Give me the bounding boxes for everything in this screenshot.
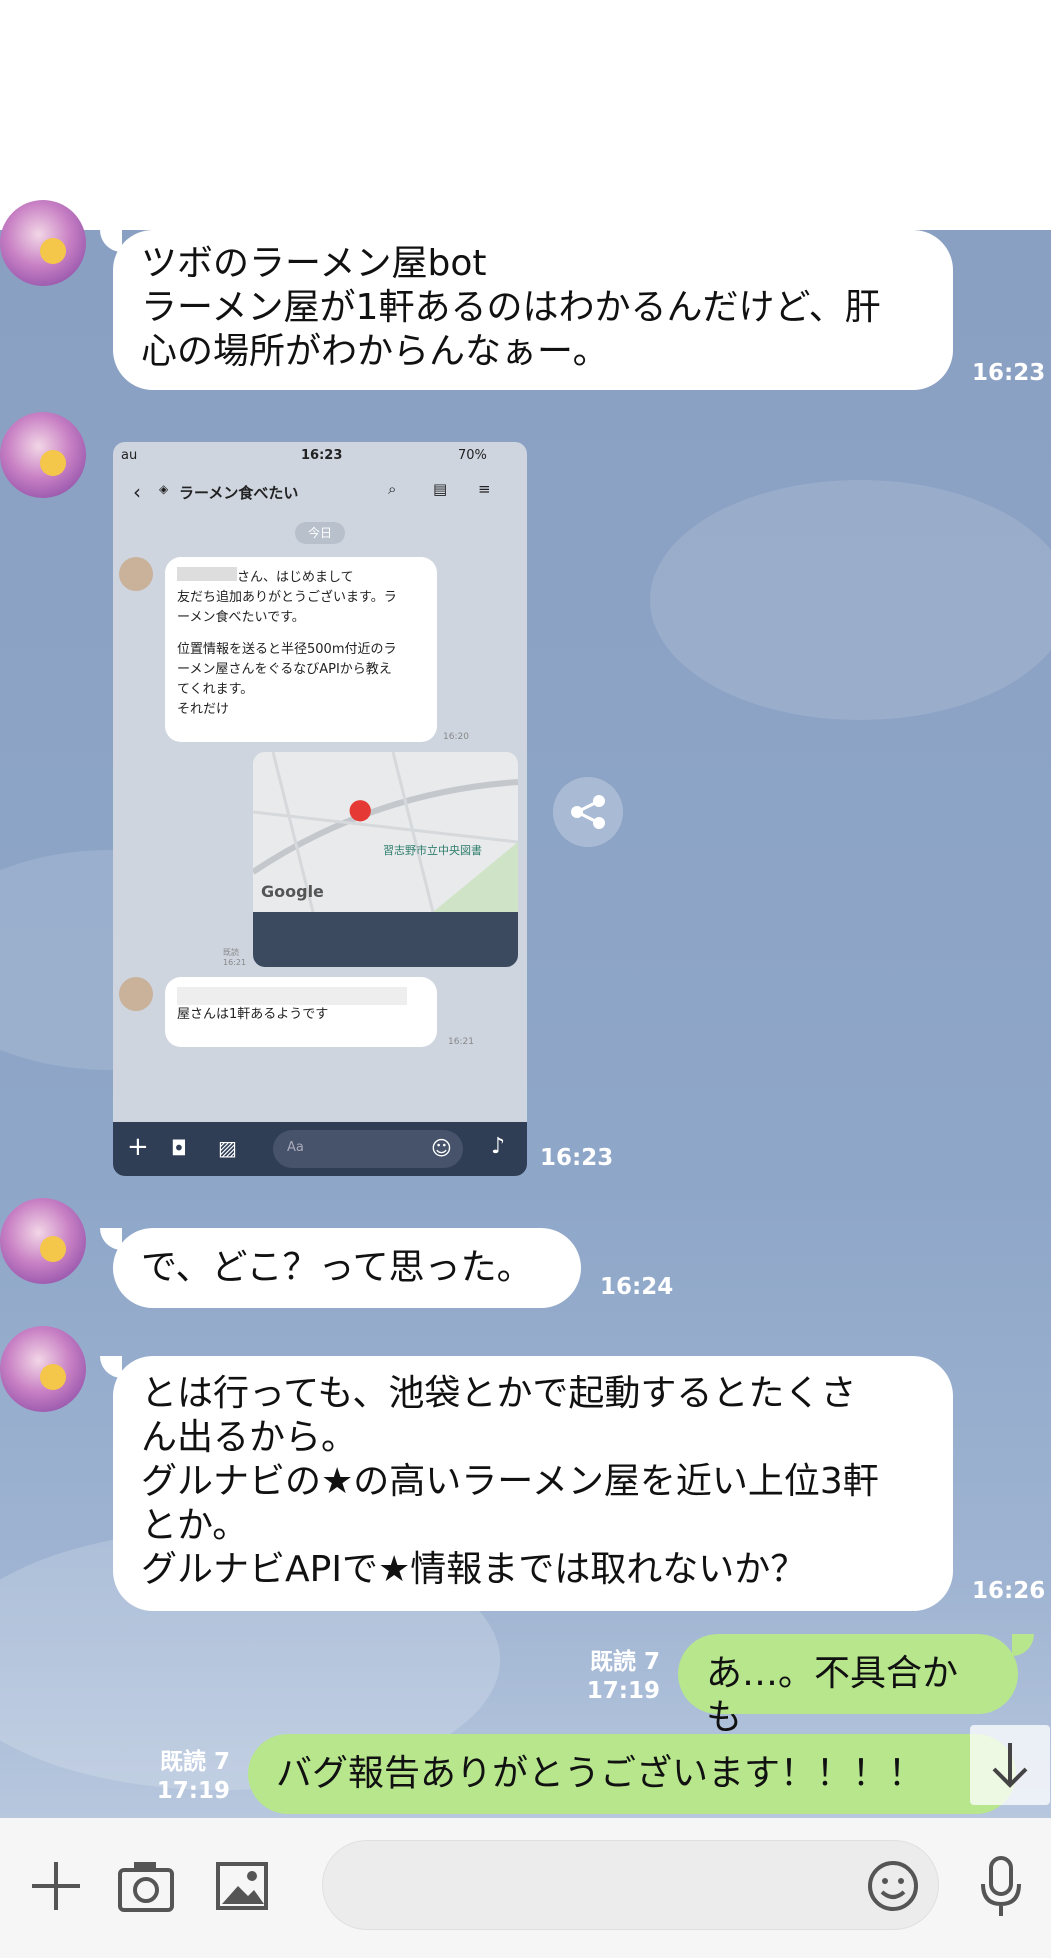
top-blank-area <box>0 0 1051 230</box>
read-receipt-small: 既読 16:21 <box>223 948 246 968</box>
date-chip: 今日 <box>295 522 345 544</box>
bot-message-line: 位置情報を送ると半径500m付近のラ <box>177 642 397 657</box>
bot-message-line: てくれます。 <box>177 682 254 697</box>
note-icon: ▤ <box>433 480 448 498</box>
composer-bar <box>0 1818 1051 1958</box>
screenshot-composer: + ◘ ▨ Aa ☺ ♪ <box>113 1122 527 1176</box>
read-receipt: 既読 7 17:19 <box>130 1748 230 1806</box>
blurred-line <box>177 987 407 1005</box>
scroll-to-bottom-button[interactable] <box>970 1725 1050 1805</box>
share-icon <box>571 795 605 829</box>
battery-label: 70% <box>458 448 487 463</box>
avatar[interactable] <box>0 1326 86 1412</box>
message-time: 17:19 <box>586 1678 660 1704</box>
message-time: 16:26 <box>972 1578 1046 1604</box>
menu-icon: ≡ <box>478 480 491 498</box>
bot-reply-line: 屋さんは1軒あるようです <box>177 1007 329 1022</box>
carrier-label: au <box>121 448 138 463</box>
read-small-label: 既読 <box>223 948 239 957</box>
plus-icon: + <box>127 1132 149 1162</box>
map-place-label: 習志野市立中央図書 <box>383 844 482 857</box>
screenshot-header: ‹ ◈ ラーメン食べたい ⌕ ▤ ≡ <box>113 472 527 512</box>
message-line: ん出るから。 <box>141 1417 358 1458</box>
message-input[interactable] <box>322 1840 939 1930</box>
message-time: 16:23 <box>972 360 1046 386</box>
message-time: 16:23 <box>540 1145 614 1171</box>
message-time: 17:19 <box>156 1778 230 1804</box>
camera-icon: ◘ <box>171 1136 187 1160</box>
read-label: 既読 7 <box>159 1749 230 1775</box>
location-map: ● 習志野市立中央図書 Google <box>253 752 518 967</box>
image-icon[interactable] <box>214 1860 270 1912</box>
avatar[interactable] <box>0 412 86 498</box>
message-line: とは行っても、池袋とかで起動するとたくさ <box>141 1373 857 1414</box>
bot-message-line: それだけ <box>177 702 230 717</box>
message-line: ツボのラーメン屋bot <box>141 243 487 284</box>
message-line: グルナビAPIで★情報までは取れないか？ <box>141 1549 807 1590</box>
screenshot-input: Aa ☺ <box>273 1130 463 1168</box>
message-bubble[interactable]: で、どこ？って思った。 <box>113 1228 581 1308</box>
plus-icon[interactable] <box>28 1858 84 1914</box>
screenshot-status-bar: au 16:23 70% <box>113 442 527 472</box>
message-bubble-sent[interactable]: あ…。不具合かも <box>678 1634 1018 1738</box>
emoji-icon[interactable] <box>866 1859 920 1913</box>
message-bubble[interactable]: ツボのラーメン屋bot ラーメン屋が1軒あるのはわかるんだけど、肝 心の場所がわ… <box>113 230 953 390</box>
mic-icon[interactable] <box>976 1854 1026 1920</box>
message-bubble[interactable]: とは行っても、池袋とかで起動するとたくさ ん出るから。 グルナビの★の高いラーメ… <box>113 1356 953 1611</box>
screenshot-input-placeholder: Aa <box>287 1140 304 1155</box>
sender-name-blurred <box>103 1322 127 1357</box>
read-small-time: 16:21 <box>223 958 247 967</box>
message-bubble-sent[interactable]: バグ報告ありがとうございます！！！！ <box>248 1734 1016 1814</box>
message-line: 心の場所がわからんなぁー。 <box>141 331 609 372</box>
status-time: 16:23 <box>301 448 343 463</box>
image-icon: ▨ <box>218 1136 237 1160</box>
bot-reply: 屋さんは1軒あるようです <box>165 977 437 1047</box>
bot-avatar <box>119 977 153 1011</box>
bot-message-line: 友だち追加ありがとうございます。ラ <box>177 590 397 605</box>
map-brand: Google <box>261 882 324 901</box>
bot-message-line: さん、はじめまして <box>237 570 354 585</box>
message-line: グルナビの★の高いラーメン屋を近い上位3軒 <box>141 1461 879 1502</box>
chat-title: ラーメン食べたい <box>179 484 299 502</box>
bot-message-time: 16:20 <box>443 732 469 742</box>
avatar[interactable] <box>0 200 86 286</box>
bot-avatar <box>119 557 153 591</box>
read-receipt: 既読 7 17:19 <box>560 1648 660 1706</box>
arrow-down-icon <box>992 1743 1028 1788</box>
map-pin-icon: ● <box>348 792 373 825</box>
bot-message: さん、はじめまして 友だち追加ありがとうございます。ラ ーメン食べたいです。 位… <box>165 557 437 742</box>
screenshot-image[interactable]: au 16:23 70% ‹ ◈ ラーメン食べたい ⌕ ▤ ≡ 今日 さん、はじ… <box>113 442 527 1176</box>
bot-message-line: ーメン食べたいです。 <box>177 610 305 625</box>
sender-name-blurred <box>103 1194 127 1229</box>
camera-icon[interactable] <box>116 1858 176 1914</box>
map-caption-blurred <box>253 912 518 967</box>
shield-icon: ◈ <box>159 482 169 496</box>
search-icon: ⌕ <box>388 480 397 498</box>
back-icon: ‹ <box>133 480 141 504</box>
blurred-name <box>177 567 237 581</box>
mic-icon: ♪ <box>491 1134 506 1159</box>
bot-reply-time: 16:21 <box>448 1037 474 1047</box>
sender-name-blurred <box>103 408 127 443</box>
share-button[interactable] <box>553 777 623 847</box>
message-line: とか。 <box>141 1505 249 1546</box>
message-line: ラーメン屋が1軒あるのはわかるんだけど、肝 <box>141 287 881 328</box>
emoji-icon: ☺ <box>431 1136 452 1160</box>
message-time: 16:24 <box>600 1274 674 1300</box>
bg-cloud <box>650 480 1051 720</box>
avatar[interactable] <box>0 1198 86 1284</box>
bot-message-line: ーメン屋さんをぐるなびAPIから教え <box>177 662 392 677</box>
read-label: 既読 7 <box>589 1649 660 1675</box>
